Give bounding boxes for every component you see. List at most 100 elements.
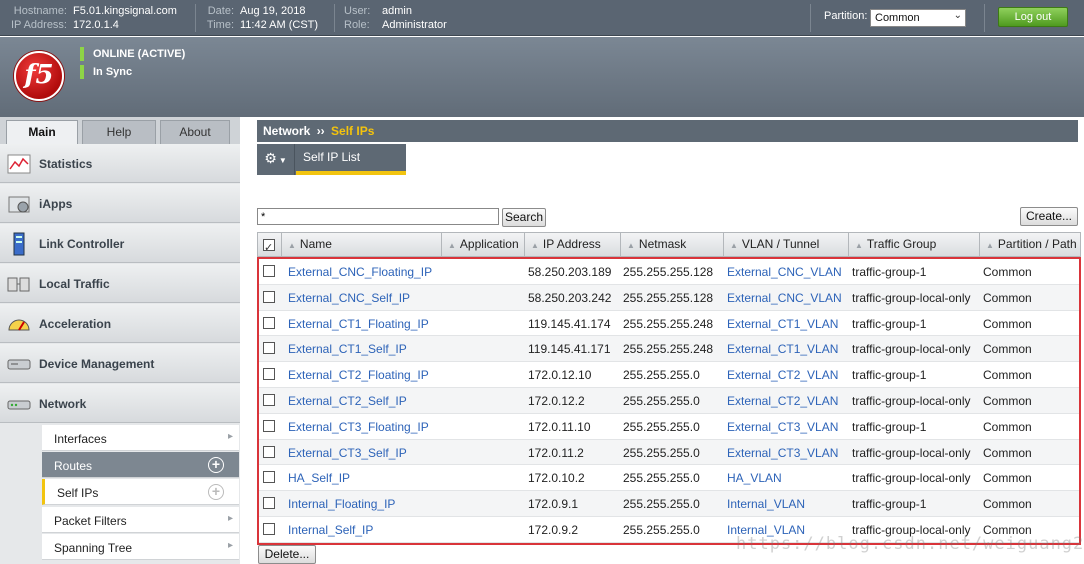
search-button[interactable]: Search bbox=[502, 208, 546, 227]
row-checkbox[interactable] bbox=[263, 393, 275, 406]
col-traffic-group[interactable]: ▲ Traffic Group bbox=[849, 233, 980, 256]
table-row[interactable]: External_CT3_Self_IP 172.0.11.2 255.255.25… bbox=[259, 439, 1079, 466]
table-header: ▲Name ▲Application ▲IP Address ▲Netmask … bbox=[257, 232, 1081, 260]
time-label: Time: bbox=[206, 19, 234, 31]
cell-name[interactable]: External_CT2_Floating_IP bbox=[288, 368, 429, 382]
table-row[interactable]: External_CNC_Floating_IP 58.250.203.189 25… bbox=[259, 259, 1079, 285]
partition-select[interactable]: Common ⌄ bbox=[870, 9, 966, 27]
user-info: User: admin Role: Administrator bbox=[344, 4, 447, 32]
row-checkbox[interactable] bbox=[263, 342, 275, 355]
chevron-down-icon: ⌄ bbox=[953, 10, 962, 21]
add-icon[interactable]: + bbox=[208, 484, 224, 500]
local-traffic-icon bbox=[7, 277, 30, 292]
col-vlan[interactable]: ▲ VLAN / Tunnel bbox=[724, 233, 849, 256]
col-name[interactable]: ▲ Name bbox=[282, 233, 442, 256]
subnav-self-ips[interactable]: Self IPs + bbox=[42, 479, 239, 505]
col-label: Name bbox=[299, 237, 332, 251]
cell-vlan[interactable]: Internal_VLAN bbox=[727, 497, 805, 511]
table-row[interactable]: External_CT1_Self_IP 119.145.41.171 255.25… bbox=[259, 336, 1079, 363]
logout-button[interactable]: Log out bbox=[998, 7, 1068, 27]
cell-netmask: 255.255.255.0 bbox=[623, 368, 700, 383]
sidebar-item-link-controller[interactable]: Link Controller bbox=[0, 224, 240, 263]
ip-label: IP Address: bbox=[10, 19, 67, 31]
cell-name[interactable]: External_CT3_Floating_IP bbox=[288, 420, 429, 434]
table-row[interactable]: External_CT2_Floating_IP 172.0.12.10 255.2… bbox=[259, 362, 1079, 388]
subnav-routes[interactable]: Routes + bbox=[42, 452, 239, 478]
sort-icon: ▲ bbox=[288, 241, 296, 250]
delete-button[interactable]: Delete... bbox=[258, 545, 316, 564]
col-partition[interactable]: ▲ Partition / Path bbox=[980, 233, 1080, 256]
cell-traffic-group: traffic-group-local-only bbox=[852, 290, 971, 305]
sidebar-item-label: Network bbox=[39, 397, 87, 411]
f5-logo: f5 bbox=[14, 51, 64, 101]
col-ip-address[interactable]: ▲ IP Address bbox=[525, 233, 621, 256]
table-row[interactable]: External_CT3_Floating_IP 172.0.11.10 255.2… bbox=[259, 414, 1079, 440]
cell-vlan[interactable]: External_CT2_VLAN bbox=[727, 394, 838, 408]
sidebar-item-network[interactable]: Network bbox=[0, 384, 240, 423]
link-controller-icon bbox=[13, 232, 25, 256]
create-button[interactable]: Create... bbox=[1020, 207, 1078, 226]
col-application[interactable]: ▲ Application bbox=[442, 233, 525, 256]
subnav-packet-filters[interactable]: Packet Filters ▸ bbox=[42, 507, 239, 533]
cell-name[interactable]: External_CT1_Self_IP bbox=[288, 342, 407, 356]
cell-ip: 58.250.203.189 bbox=[528, 265, 612, 279]
row-checkbox[interactable] bbox=[263, 290, 275, 303]
cell-name[interactable]: Internal_Self_IP bbox=[288, 523, 373, 537]
cell-partition: Common bbox=[983, 368, 1032, 383]
table-row[interactable]: HA_Self_IP 172.0.10.2 255.255.255.0 HA_VLAN… bbox=[259, 465, 1079, 492]
search-input[interactable] bbox=[257, 208, 499, 225]
tab-about[interactable]: About bbox=[160, 120, 230, 144]
tab-help[interactable]: Help bbox=[82, 120, 156, 144]
breadcrumb-section[interactable]: Network bbox=[263, 124, 310, 138]
cell-name[interactable]: External_CNC_Floating_IP bbox=[288, 265, 432, 279]
sidebar-item-iapps[interactable]: iApps bbox=[0, 184, 240, 223]
row-checkbox[interactable] bbox=[263, 471, 275, 484]
cell-vlan[interactable]: External_CNC_VLAN bbox=[727, 265, 842, 279]
cell-partition: Common bbox=[983, 393, 1032, 408]
gear-icon[interactable]: ⚙ ▼ bbox=[257, 144, 295, 175]
table-row[interactable]: External_CT2_Self_IP 172.0.12.2 255.255.25… bbox=[259, 387, 1079, 414]
cell-name[interactable]: External_CT1_Floating_IP bbox=[288, 317, 429, 331]
cell-partition: Common bbox=[983, 265, 1032, 279]
table-row[interactable]: External_CNC_Self_IP 58.250.203.242 255.25… bbox=[259, 284, 1079, 311]
row-checkbox[interactable] bbox=[263, 316, 275, 329]
row-checkbox[interactable] bbox=[263, 265, 275, 277]
sort-icon: ▲ bbox=[448, 241, 456, 250]
tab-main[interactable]: Main bbox=[6, 120, 78, 144]
col-netmask[interactable]: ▲ Netmask bbox=[621, 233, 724, 256]
table-row[interactable]: Internal_Floating_IP 172.0.9.1 255.255.255… bbox=[259, 491, 1079, 517]
iapps-icon bbox=[8, 196, 30, 213]
sidebar-item-statistics[interactable]: Statistics bbox=[0, 144, 240, 183]
sidebar-item-acceleration[interactable]: Acceleration bbox=[0, 304, 240, 343]
cell-name[interactable]: Internal_Floating_IP bbox=[288, 497, 395, 511]
subnav-spanning-tree[interactable]: Spanning Tree ▸ bbox=[42, 534, 239, 560]
divider bbox=[334, 4, 335, 32]
sidebar-item-local-traffic[interactable]: Local Traffic bbox=[0, 264, 240, 303]
add-icon[interactable]: + bbox=[208, 457, 224, 473]
row-checkbox[interactable] bbox=[263, 522, 275, 535]
subnav-interfaces[interactable]: Interfaces ▸ bbox=[42, 425, 239, 451]
cell-name[interactable]: HA_Self_IP bbox=[288, 471, 350, 485]
cell-name[interactable]: External_CNC_Self_IP bbox=[288, 291, 410, 305]
cell-vlan[interactable]: External_CNC_VLAN bbox=[727, 291, 842, 305]
cell-vlan[interactable]: External_CT1_VLAN bbox=[727, 342, 838, 356]
row-checkbox[interactable] bbox=[263, 445, 275, 458]
row-checkbox[interactable] bbox=[263, 497, 275, 510]
cell-vlan[interactable]: HA_VLAN bbox=[727, 471, 782, 485]
status-online: ONLINE (ACTIVE) bbox=[80, 47, 185, 61]
cell-vlan[interactable]: External_CT2_VLAN bbox=[727, 368, 838, 382]
cell-name[interactable]: External_CT3_Self_IP bbox=[288, 446, 407, 460]
cell-vlan[interactable]: External_CT3_VLAN bbox=[727, 446, 838, 460]
cell-name[interactable]: External_CT2_Self_IP bbox=[288, 394, 407, 408]
sidebar-item-device-management[interactable]: Device Management bbox=[0, 344, 240, 383]
row-checkbox[interactable] bbox=[263, 419, 275, 432]
table-row[interactable]: External_CT1_Floating_IP 119.145.41.174 25… bbox=[259, 311, 1079, 337]
cell-netmask: 255.255.255.0 bbox=[623, 471, 700, 486]
sort-icon: ▲ bbox=[531, 241, 539, 250]
select-all-checkbox[interactable] bbox=[263, 237, 275, 260]
table-body: External_CNC_Floating_IP 58.250.203.189 25… bbox=[257, 257, 1081, 545]
cell-vlan[interactable]: External_CT3_VLAN bbox=[727, 420, 838, 434]
cell-vlan[interactable]: External_CT1_VLAN bbox=[727, 317, 838, 331]
tab-self-ip-list[interactable]: Self IP List bbox=[296, 144, 406, 175]
row-checkbox[interactable] bbox=[263, 368, 275, 381]
